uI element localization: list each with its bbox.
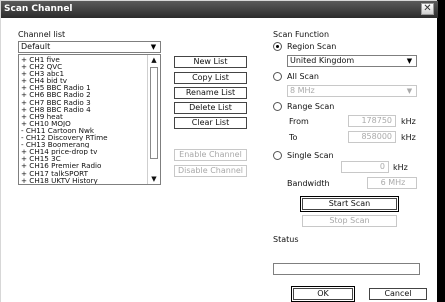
list-item[interactable]: + CH6 BBC Radio 2 — [21, 91, 147, 98]
region-selected: United Kingdom — [290, 56, 355, 65]
list-item[interactable]: + CH7 BBC Radio 3 — [21, 99, 147, 106]
chevron-down-icon: ▼ — [406, 87, 413, 95]
channel-list-selected: Default — [21, 42, 51, 51]
all-scan-radio[interactable] — [273, 72, 282, 81]
list-item[interactable]: + CH9 heat — [21, 113, 147, 120]
start-scan-button[interactable]: Start Scan — [300, 196, 399, 212]
list-item[interactable]: + CH17 talkSPORT — [21, 170, 147, 177]
chevron-down-icon: ▼ — [150, 43, 157, 51]
copy-list-button[interactable]: Copy List — [174, 72, 247, 84]
list-item[interactable]: + CH10 MOJO — [21, 120, 147, 127]
list-item[interactable]: + CH8 BBC Radio 4 — [21, 106, 147, 113]
clear-list-button[interactable]: Clear List — [174, 117, 247, 129]
status-field — [273, 263, 420, 275]
list-item[interactable]: + CH2 QVC — [21, 63, 147, 70]
scan-channel-dialog: Scan Channel ✕ Channel list Default ▼ + … — [0, 0, 438, 302]
scroll-up-arrow-icon[interactable]: ▲ — [148, 55, 160, 65]
all-scan-bandwidth-value: 8 MHz — [290, 86, 315, 95]
channel-items: + CH1 five + CH2 QVC + CH3 abc1 + CH4 bid t… — [21, 56, 147, 184]
list-item[interactable]: - CH13 Boomerang — [21, 141, 147, 148]
range-scan-radio[interactable] — [273, 102, 282, 111]
single-scan-radio[interactable] — [273, 151, 282, 160]
disable-channel-button[interactable]: Disable Channel — [174, 165, 247, 177]
channel-listbox[interactable]: + CH1 five + CH2 QVC + CH3 abc1 + CH4 bid t… — [18, 54, 161, 185]
list-item[interactable]: + CH16 Premier Radio — [21, 162, 147, 169]
title-bar: Scan Channel ✕ — [1, 1, 438, 18]
new-list-button[interactable]: New List — [174, 56, 247, 68]
range-to-unit: kHz — [401, 133, 416, 142]
region-scan-radio[interactable] — [273, 42, 282, 51]
single-scan-label: Single Scan — [287, 151, 334, 160]
scan-function-label: Scan Function — [273, 30, 330, 39]
range-from-label: From — [289, 117, 309, 126]
range-from-field[interactable]: 178750 — [348, 115, 396, 127]
close-icon: ✕ — [423, 3, 432, 14]
range-scan-label: Range Scan — [287, 102, 335, 111]
chevron-down-icon: ▼ — [406, 57, 413, 65]
list-item[interactable]: - CH11 Cartoon Nwk — [21, 127, 147, 134]
cancel-button[interactable]: Cancel — [369, 288, 427, 300]
list-item[interactable]: + CH18 UKTV History — [21, 177, 147, 184]
single-scan-field[interactable]: 0 — [341, 161, 389, 173]
list-item[interactable]: + CH14 price-drop tv — [21, 148, 147, 155]
scroll-thumb[interactable] — [150, 67, 158, 159]
list-item[interactable]: + CH3 abc1 — [21, 70, 147, 77]
list-item[interactable]: - CH12 Discovery RTime — [21, 134, 147, 141]
list-item[interactable]: + CH5 BBC Radio 1 — [21, 84, 147, 91]
single-scan-unit: kHz — [393, 163, 408, 172]
scroll-down-arrow-icon[interactable]: ▼ — [148, 174, 160, 184]
region-scan-label: Region Scan — [287, 42, 337, 51]
all-scan-label: All Scan — [287, 72, 319, 81]
window-title: Scan Channel — [4, 4, 73, 14]
single-scan-bandwidth-value: 6 MHz — [380, 178, 406, 187]
range-from-unit: kHz — [401, 117, 416, 126]
stop-scan-button[interactable]: Stop Scan — [302, 215, 397, 227]
range-to-label: To — [289, 133, 298, 142]
single-scan-bandwidth-select[interactable]: 6 MHz — [367, 177, 417, 189]
all-scan-bandwidth-select[interactable]: 8 MHz ▼ — [287, 85, 417, 97]
enable-channel-button[interactable]: Enable Channel — [174, 149, 247, 161]
list-item[interactable]: + CH15 3C — [21, 155, 147, 162]
channel-list-select[interactable]: Default ▼ — [18, 41, 161, 53]
bandwidth-label: Bandwidth — [287, 179, 330, 188]
status-label: Status — [273, 235, 299, 244]
region-select[interactable]: United Kingdom ▼ — [287, 55, 417, 67]
range-to-field[interactable]: 858000 — [348, 131, 396, 143]
channel-list-label: Channel list — [18, 30, 66, 39]
delete-list-button[interactable]: Delete List — [174, 102, 247, 114]
ok-button[interactable]: OK — [291, 286, 355, 302]
list-item[interactable]: + CH4 bid tv — [21, 77, 147, 84]
channel-list-scrollbar[interactable]: ▲ ▼ — [147, 55, 160, 184]
close-button[interactable]: ✕ — [421, 3, 434, 15]
rename-list-button[interactable]: Rename List — [174, 87, 247, 99]
list-item[interactable]: + CH1 five — [21, 56, 147, 63]
